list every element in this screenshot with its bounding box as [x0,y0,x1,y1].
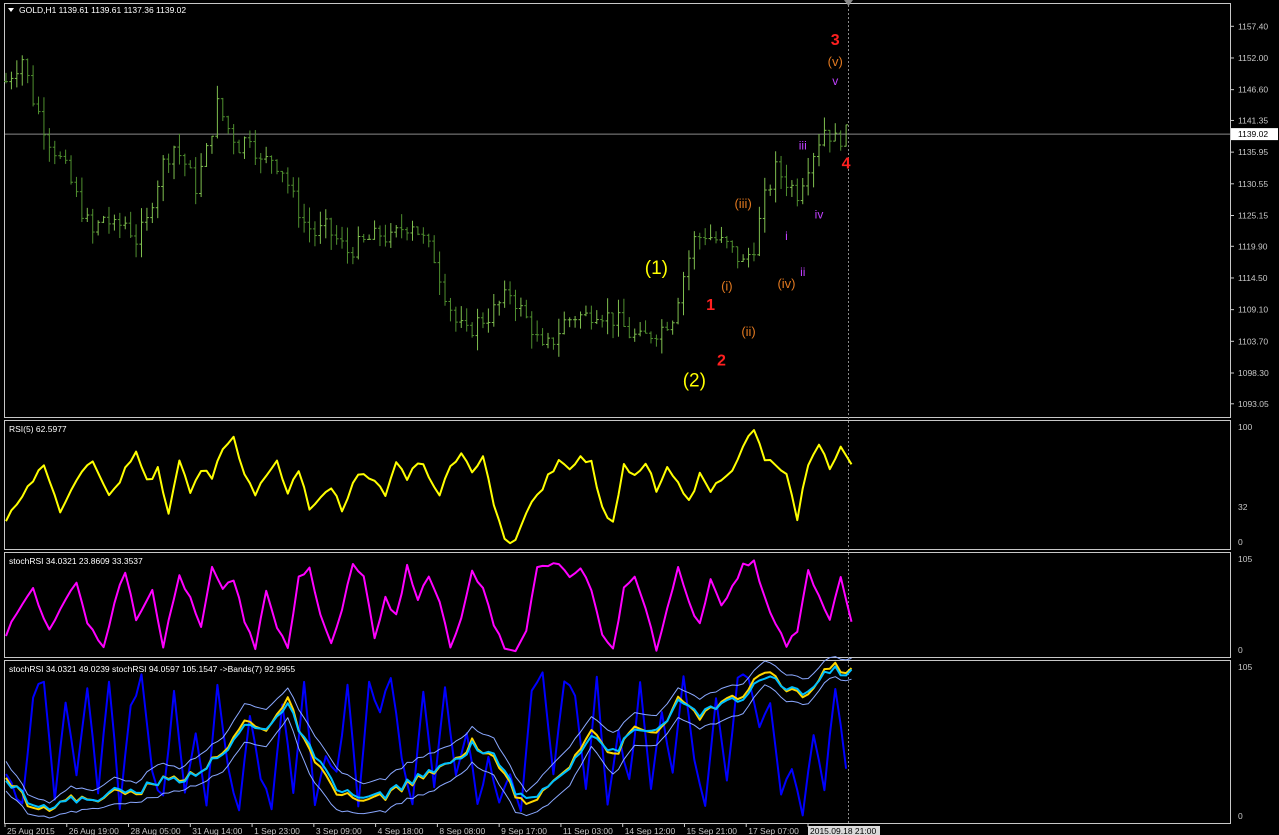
wave-label: (2) [683,370,706,391]
time-axis-label: 11 Sep 03:00 [563,826,613,835]
time-axis-label: 3 Sep 09:00 [316,826,362,835]
price-axis-label: 1152.00 [1238,53,1268,63]
wave-label: iv [815,208,824,222]
time-axis-label: 26 Aug 19:00 [69,826,119,835]
price-axis-label: 1103.70 [1238,336,1268,346]
stoch-bands-title: stochRSI 34.0321 49.0239 stochRSI 94.059… [9,664,295,674]
wave-label: iii [799,138,807,152]
wave-label: (iv) [777,276,795,291]
time-axis-label: 4 Sep 18:00 [378,826,424,835]
indicator-axis-label: 0 [1238,645,1243,655]
price-axis-label: 1093.05 [1238,399,1269,409]
wave-label: (1) [645,258,668,279]
time-axis-label: 31 Aug 14:00 [192,826,242,835]
time-axis-label: 2015.09.18 21:00 [810,826,876,835]
indicator-axis-label: 105 [1238,554,1252,564]
time-axis-label: 9 Sep 17:00 [501,826,547,835]
price-axis-label: 1098.30 [1238,368,1269,378]
wave-label: v [832,74,838,88]
time-axis-label: 8 Sep 08:00 [439,826,485,835]
price-axis-label: 1141.35 [1238,115,1268,125]
wave-label: i [785,229,788,243]
wave-label: (iii) [734,196,751,211]
wave-label: (ii) [741,324,755,339]
price-axis-label: 1135.95 [1238,147,1268,157]
current-price-label: 1139.02 [1238,129,1268,139]
symbol-info: GOLD,H1 1139.61 1139.61 1137.36 1139.02 [19,5,186,15]
price-axis-label: 1157.40 [1238,21,1268,31]
trading-chart[interactable]: GOLD,H1 1139.61 1139.61 1137.36 1139.02 … [0,0,1279,835]
time-axis-label: 28 Aug 05:00 [131,826,181,835]
wave-label: (v) [828,54,843,69]
wave-label: 2 [717,352,726,369]
time-axis-label: 15 Sep 21:00 [686,826,737,835]
indicator-axis-label: 32 [1238,502,1248,512]
price-axis-label: 1109.10 [1238,305,1268,315]
time-axis-label: 1 Sep 23:00 [254,826,300,835]
price-axis-label: 1114.50 [1238,273,1268,283]
wave-label: (i) [721,278,733,293]
wave-label: 3 [831,32,840,49]
wave-label: 4 [842,155,851,172]
rsi-title: RSI(5) 62.5977 [9,424,67,434]
time-axis-label: 14 Sep 12:00 [625,826,676,835]
indicator-axis-label: 0 [1238,811,1243,821]
time-axis-label: 17 Sep 07:00 [748,826,799,835]
wave-label: 1 [706,297,715,314]
price-axis-label: 1130.55 [1238,179,1268,189]
price-axis-label: 1119.90 [1238,241,1268,251]
wave-label: ii [800,265,805,279]
indicator-axis-label: 100 [1238,422,1252,432]
price-axis-label: 1125.15 [1238,210,1268,220]
price-axis-label: 1146.60 [1238,85,1268,95]
stoch-title: stochRSI 34.0321 23.8609 33.3537 [9,556,143,566]
indicator-axis-label: 105 [1238,662,1252,672]
indicator-axis-label: 0 [1238,537,1243,547]
time-axis-label: 25 Aug 2015 [7,826,55,835]
